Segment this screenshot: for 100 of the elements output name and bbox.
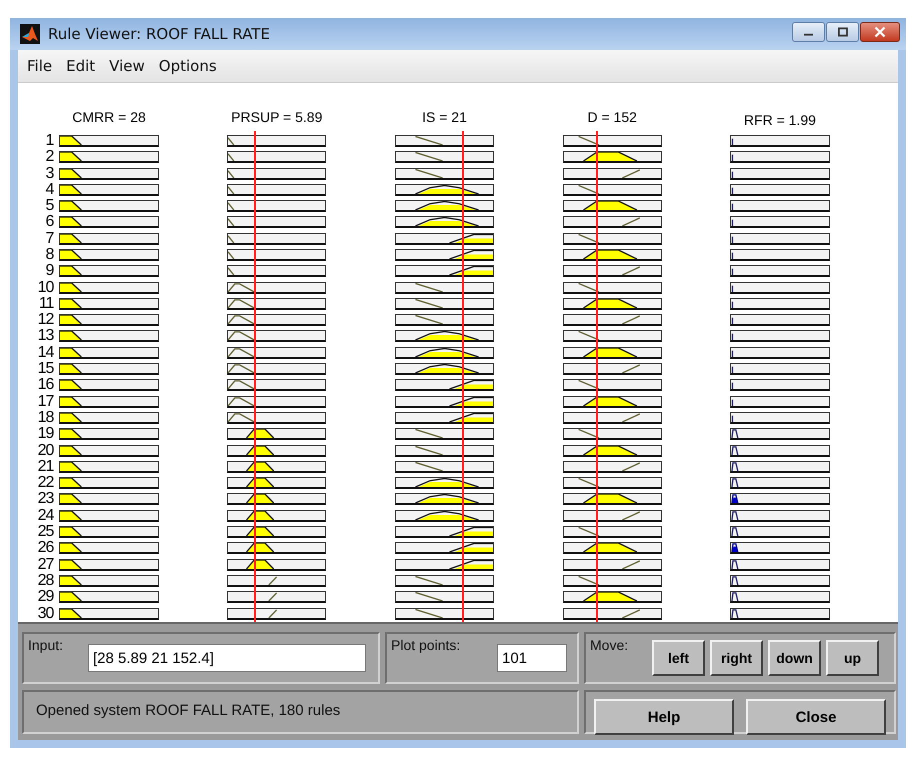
- membership-shape-icon: [622, 168, 640, 178]
- status-message: Opened system ROOF FALL RATE, 180 rules: [36, 702, 340, 720]
- close-button[interactable]: [860, 22, 900, 42]
- rule-number: 3: [44, 166, 55, 182]
- rule-number: 6: [44, 214, 55, 231]
- membership-shape-icon: [578, 429, 599, 438]
- membership-shape-icon: [582, 543, 637, 552]
- membership-shape-icon: [415, 298, 443, 308]
- membership-shape-icon: [732, 544, 739, 552]
- rule-number: 11: [38, 296, 55, 312]
- membership-shape-icon: [578, 282, 599, 292]
- maximize-button[interactable]: [826, 22, 859, 42]
- menu-item[interactable]: Options: [152, 56, 224, 75]
- dialog-button[interactable]: Help: [594, 699, 734, 736]
- membership-shape-icon: [582, 396, 637, 406]
- rule-number: 19: [36, 426, 55, 443]
- rule-number: 30: [36, 606, 55, 622]
- input-field[interactable]: [28 5.89 21 152.4]: [88, 644, 366, 672]
- membership-shape-icon: [60, 396, 82, 406]
- membership-shape-icon: [582, 592, 637, 602]
- membership-shape-icon: [578, 184, 599, 194]
- membership-shape-icon: [415, 608, 443, 618]
- membership-shape-icon: [60, 217, 82, 226]
- membership-shape-icon: [60, 608, 82, 618]
- membership-shape-icon: [228, 332, 255, 340]
- rule-number: 16: [36, 377, 55, 394]
- minimize-button[interactable]: [792, 22, 825, 42]
- membership-shape-icon: [449, 412, 494, 422]
- membership-shape-icon: [415, 168, 443, 178]
- membership-shape-icon: [622, 218, 640, 226]
- variable-label: CMRR = 28: [72, 108, 146, 125]
- rule-number: 18: [36, 410, 55, 426]
- move-button[interactable]: left: [652, 640, 705, 676]
- rule-number: 27: [36, 556, 55, 573]
- membership-shape-icon: [228, 413, 255, 422]
- membership-shape-icon: [60, 380, 82, 390]
- membership-shape-icon: [622, 511, 640, 520]
- membership-shape-icon: [228, 268, 234, 276]
- dialog-button[interactable]: Close: [746, 699, 886, 736]
- rule-number: 15: [36, 361, 55, 378]
- variable-label: IS = 21: [422, 108, 467, 125]
- membership-shape-icon: [228, 282, 255, 292]
- membership-shape-icon: [415, 510, 479, 520]
- rule-number: 26: [36, 540, 55, 557]
- membership-shape-icon: [60, 543, 82, 552]
- membership-shape-icon: [60, 201, 82, 210]
- membership-shape-icon: [415, 576, 443, 585]
- membership-shape-icon: [449, 234, 494, 243]
- membership-shape-icon: [60, 136, 82, 145]
- membership-shape-icon: [449, 560, 494, 569]
- membership-shape-icon: [582, 348, 637, 357]
- menu-item[interactable]: View: [102, 56, 152, 75]
- membership-shape-icon: [60, 576, 82, 585]
- maximize-icon: [838, 28, 848, 36]
- membership-shape-icon: [60, 331, 82, 340]
- rule-number: 23: [36, 491, 55, 508]
- rule-number: 29: [36, 589, 55, 606]
- membership-shape-icon: [578, 527, 599, 536]
- membership-shape-icon: [449, 396, 494, 406]
- field-label: Input:: [28, 637, 64, 654]
- membership-shape-icon: [60, 510, 82, 520]
- menu-item[interactable]: Edit: [59, 56, 102, 75]
- membership-shape-icon: [60, 152, 82, 162]
- membership-shape-icon: [622, 315, 640, 324]
- move-button[interactable]: down: [768, 640, 821, 676]
- membership-shape-icon: [60, 168, 82, 178]
- membership-shape-icon: [415, 364, 479, 374]
- membership-shape-icon: [415, 592, 443, 602]
- membership-shape-icon: [582, 298, 637, 308]
- move-button[interactable]: right: [710, 640, 763, 676]
- rule-number: 24: [36, 508, 55, 524]
- membership-shape-icon: [60, 282, 82, 292]
- move-button[interactable]: up: [826, 640, 879, 676]
- membership-shape-icon: [415, 201, 479, 210]
- membership-shape-icon: [622, 608, 640, 618]
- rule-number: 2: [44, 149, 55, 166]
- membership-shape-icon: [415, 446, 443, 455]
- rule-number: 17: [36, 394, 55, 410]
- membership-shape-icon: [578, 478, 599, 488]
- membership-shape-icon: [415, 331, 479, 340]
- membership-shape-icon: [578, 380, 599, 390]
- membership-shape-icon: [622, 462, 640, 471]
- rule-number: 1: [44, 132, 55, 150]
- membership-shape-icon: [60, 446, 82, 455]
- membership-shape-icon: [449, 380, 494, 390]
- membership-shape-icon: [60, 560, 82, 569]
- membership-shape-icon: [415, 429, 443, 438]
- app-logo-icon: [20, 24, 40, 44]
- rule-number: 20: [36, 442, 55, 459]
- rule-number: 10: [36, 280, 55, 296]
- menu-item[interactable]: File: [20, 56, 60, 75]
- plot-points-field[interactable]: 101: [497, 644, 567, 672]
- rule-number: 13: [36, 328, 55, 345]
- membership-shape-icon: [582, 152, 637, 162]
- membership-shape-icon: [60, 478, 82, 488]
- rule-number: 21: [36, 458, 55, 476]
- membership-shape-icon: [578, 576, 599, 585]
- membership-shape-icon: [582, 250, 637, 259]
- rule-number: 5: [44, 198, 55, 214]
- membership-shape-icon: [60, 184, 82, 194]
